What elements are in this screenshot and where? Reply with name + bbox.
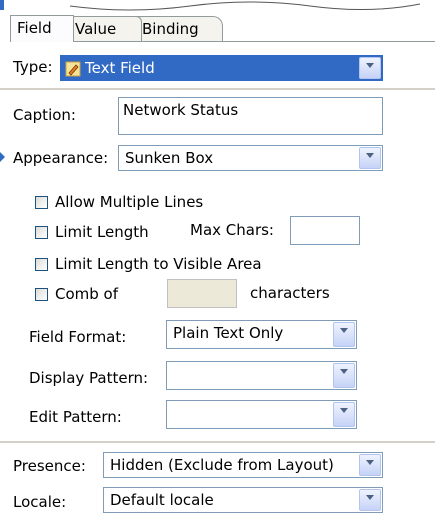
limit-length-checkbox[interactable] — [35, 226, 48, 239]
allow-multiple-lines-label: Allow Multiple Lines — [55, 193, 204, 211]
display-pattern-label: Display Pattern: — [29, 369, 149, 387]
edit-pattern-select[interactable] — [166, 400, 357, 429]
tab-field[interactable]: Field — [10, 15, 74, 42]
limit-visible-area-checkbox[interactable] — [35, 258, 48, 271]
panel-marker — [0, 0, 4, 10]
appearance-select[interactable]: Sunken Box — [118, 145, 383, 171]
tab-binding[interactable]: Binding — [135, 16, 223, 41]
divider — [0, 88, 435, 91]
tab-strip-decoration — [70, 1, 421, 11]
tab-value[interactable]: Value — [68, 16, 142, 41]
type-value: Text Field — [85, 59, 155, 77]
max-chars-label: Max Chars: — [190, 221, 274, 239]
field-format-value: Plain Text Only — [173, 324, 284, 342]
presence-value: Hidden (Exclude from Layout) — [110, 456, 334, 474]
row-marker-icon — [0, 152, 5, 162]
field-format-select[interactable]: Plain Text Only — [166, 320, 357, 349]
caption-input[interactable]: Network Status — [118, 97, 383, 135]
chevron-down-icon[interactable] — [333, 322, 355, 347]
field-format-label: Field Format: — [29, 328, 127, 346]
caption-value: Network Status — [123, 101, 239, 119]
limit-length-label: Limit Length — [55, 223, 149, 241]
type-label: Type: — [13, 58, 53, 76]
edit-pattern-label: Edit Pattern: — [29, 408, 122, 426]
chevron-down-icon[interactable] — [359, 454, 381, 476]
divider — [0, 441, 435, 444]
comb-of-checkbox[interactable] — [35, 288, 48, 301]
max-chars-input[interactable] — [290, 216, 360, 245]
tab-bar: Binding Value Field — [10, 15, 430, 42]
chevron-down-icon[interactable] — [333, 363, 355, 388]
chevron-down-icon[interactable] — [359, 489, 381, 511]
appearance-label: Appearance: — [13, 149, 109, 167]
characters-label: characters — [250, 284, 330, 302]
pencil-field-icon — [65, 61, 81, 77]
limit-visible-area-label: Limit Length to Visible Area — [55, 255, 262, 273]
allow-multiple-lines-checkbox[interactable] — [35, 196, 48, 209]
type-select[interactable]: Text Field — [60, 55, 383, 81]
caption-label: Caption: — [13, 106, 76, 124]
chevron-down-icon[interactable] — [359, 57, 381, 79]
locale-label: Locale: — [13, 493, 67, 511]
locale-value: Default locale — [110, 491, 214, 509]
presence-label: Presence: — [13, 457, 86, 475]
chevron-down-icon[interactable] — [359, 147, 381, 169]
locale-select[interactable]: Default locale — [103, 487, 383, 513]
appearance-value: Sunken Box — [125, 149, 214, 167]
presence-select[interactable]: Hidden (Exclude from Layout) — [103, 452, 383, 478]
comb-of-label: Comb of — [55, 285, 119, 303]
display-pattern-select[interactable] — [166, 361, 357, 390]
comb-characters-input[interactable] — [167, 279, 237, 308]
chevron-down-icon[interactable] — [333, 402, 355, 427]
